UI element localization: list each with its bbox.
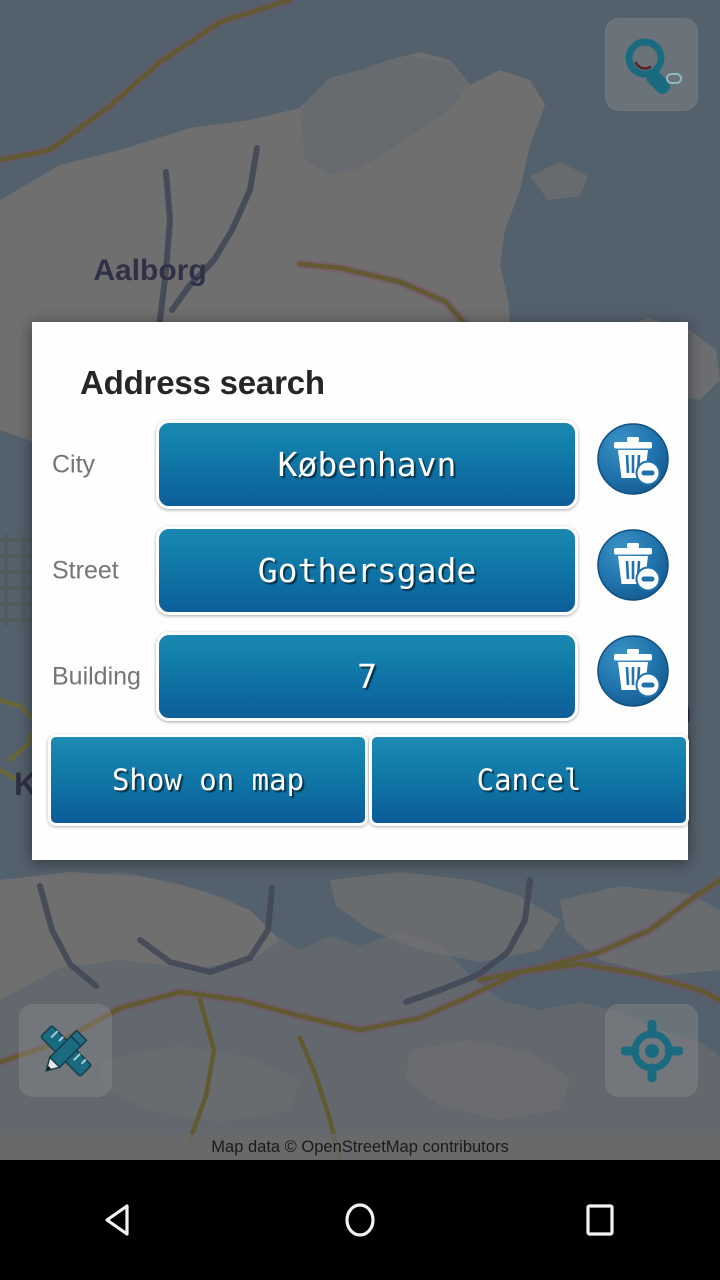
measure-tool-button[interactable] xyxy=(19,1004,112,1097)
trash-minus-icon xyxy=(597,635,669,707)
address-search-dialog: Address search City København Street Got… xyxy=(32,322,689,860)
search-icon xyxy=(625,38,682,94)
field-label-building: Building xyxy=(52,662,141,690)
map-attribution: Map data © OpenStreetMap contributors xyxy=(0,1134,720,1160)
field-label-city: City xyxy=(52,450,96,478)
street-input[interactable]: Gothersgade xyxy=(156,526,578,615)
show-on-map-button[interactable]: Show on map xyxy=(48,734,368,826)
nav-home-button[interactable] xyxy=(300,1160,420,1280)
clear-street-button[interactable] xyxy=(590,522,676,608)
home-circle-icon xyxy=(345,1203,375,1237)
android-navigation-bar xyxy=(0,1160,720,1280)
dialog-title: Address search xyxy=(80,364,325,401)
clear-building-button[interactable] xyxy=(590,628,676,714)
field-row-building: Building 7 xyxy=(32,632,688,721)
nav-recents-button[interactable] xyxy=(540,1160,660,1280)
recents-square-icon xyxy=(586,1204,614,1236)
map-label-aalborg: Aalborg xyxy=(93,254,206,287)
dialog-action-row: Show on map Cancel xyxy=(32,734,689,826)
field-row-city: City København xyxy=(32,420,688,509)
trash-minus-icon xyxy=(597,423,669,495)
trash-minus-icon xyxy=(597,529,669,601)
cancel-button[interactable]: Cancel xyxy=(369,734,689,826)
app-screen: Aalborg K n xyxy=(0,0,720,1280)
my-location-button[interactable] xyxy=(605,1004,698,1097)
crosshair-location-icon xyxy=(620,1019,683,1082)
field-label-street: Street xyxy=(52,556,119,584)
back-triangle-icon xyxy=(105,1204,129,1236)
building-input[interactable]: 7 xyxy=(156,632,578,721)
ruler-pencil-icon xyxy=(40,1025,91,1076)
field-row-street: Street Gothersgade xyxy=(32,526,688,615)
nav-back-button[interactable] xyxy=(60,1160,180,1280)
city-input[interactable]: København xyxy=(156,420,578,509)
clear-city-button[interactable] xyxy=(590,416,676,502)
address-search-button[interactable] xyxy=(605,18,698,111)
